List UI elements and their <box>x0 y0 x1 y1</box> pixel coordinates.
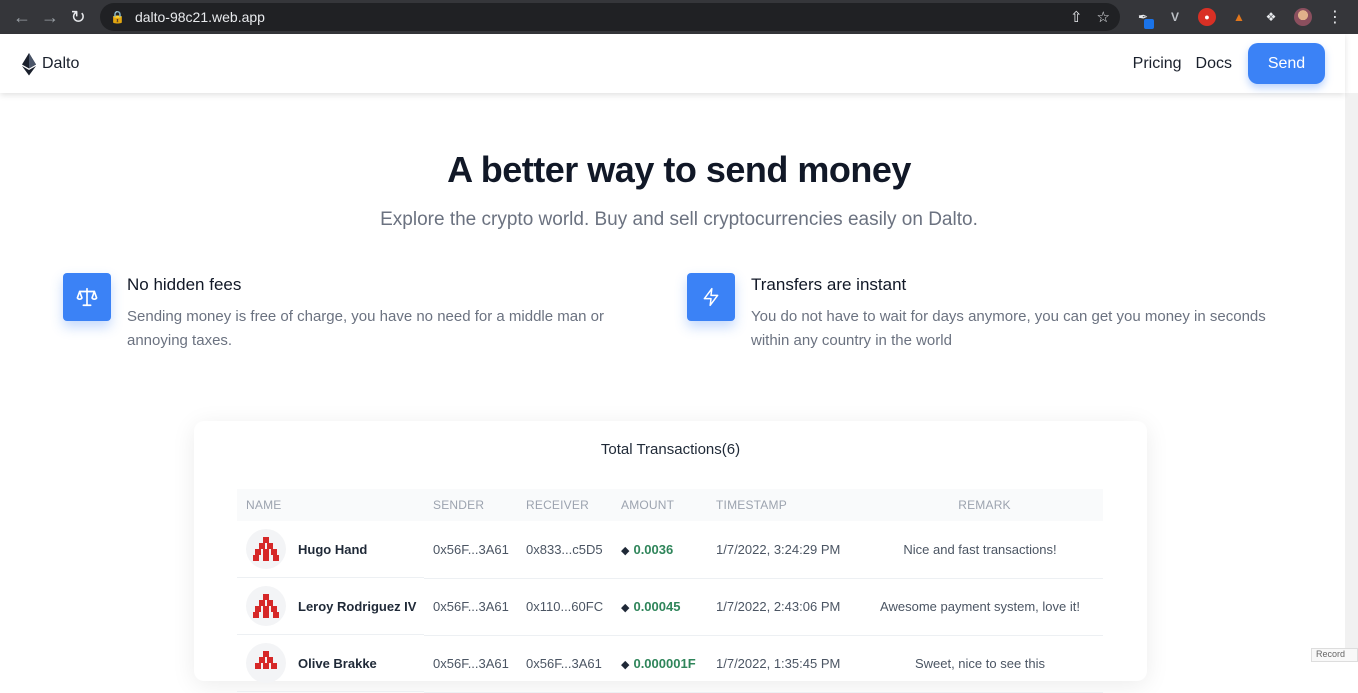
row-name: Leroy Rodriguez IV <box>298 599 416 614</box>
site-navbar: Dalto Pricing Docs Send <box>0 34 1345 93</box>
row-sender: 0x56F...3A61 <box>424 521 517 578</box>
browser-menu-icon[interactable]: ⋮ <box>1326 8 1344 26</box>
table-header-row: NAME SENDER RECEIVER AMOUNT TIMESTAMP RE… <box>237 489 1103 521</box>
send-button[interactable]: Send <box>1248 43 1325 84</box>
header-receiver: RECEIVER <box>517 489 612 521</box>
feature-description: You do not have to wait for days anymore… <box>751 305 1271 353</box>
hero-section: A better way to send money Explore the c… <box>0 93 1358 231</box>
row-receiver: 0x110...60FC <box>517 578 612 635</box>
header-amount: AMOUNT <box>612 489 707 521</box>
row-name: Olive Brakke <box>298 656 377 671</box>
header-timestamp: TIMESTAMP <box>707 489 857 521</box>
nav-link-docs[interactable]: Docs <box>1196 55 1232 73</box>
lock-icon: 🔒 <box>110 10 125 24</box>
url-text: dalto-98c21.web.app <box>135 9 265 25</box>
share-icon[interactable]: ⇧ <box>1070 8 1083 26</box>
row-amount: ◆ 0.0036 <box>612 521 707 578</box>
table-row[interactable]: Leroy Rodriguez IV 0x56F...3A61 0x110...… <box>237 578 1103 635</box>
identicon-avatar <box>246 529 286 569</box>
features-section: No hidden fees Sending money is free of … <box>0 273 1358 353</box>
row-timestamp: 1/7/2022, 3:24:29 PM <box>707 521 857 578</box>
brand-name: Dalto <box>42 55 79 73</box>
red-extension-icon[interactable]: ● <box>1198 8 1216 26</box>
row-amount-value: 0.00045 <box>633 599 680 614</box>
row-remark: Nice and fast transactions! <box>857 521 1103 578</box>
bookmark-star-icon[interactable]: ☆ <box>1097 8 1110 26</box>
page-scrollbar[interactable] <box>1345 93 1358 662</box>
feature-instant: Transfers are instant You do not have to… <box>687 273 1311 353</box>
hero-title: A better way to send money <box>0 149 1358 191</box>
table-row[interactable]: Olive Brakke 0x56F...3A61 0x56F...3A61 ◆… <box>237 635 1103 692</box>
identicon-avatar <box>246 586 286 626</box>
ethereum-logo-icon <box>20 52 38 76</box>
row-timestamp: 1/7/2022, 1:35:45 PM <box>707 635 857 692</box>
feature-description: Sending money is free of charge, you hav… <box>127 305 647 353</box>
row-timestamp: 1/7/2022, 2:43:06 PM <box>707 578 857 635</box>
v-extension-icon[interactable]: V <box>1166 8 1184 26</box>
nav-link-pricing[interactable]: Pricing <box>1133 55 1182 73</box>
back-icon[interactable]: ← <box>8 3 36 31</box>
row-sender: 0x56F...3A61 <box>424 578 517 635</box>
profile-avatar-icon[interactable] <box>1294 8 1312 26</box>
browser-toolbar: ← → ↻ 🔒 dalto-98c21.web.app ⇧ ☆ ✒ V ● ▲ … <box>0 0 1358 34</box>
row-amount-value: 0.000001F <box>633 656 695 671</box>
header-name: NAME <box>237 489 424 521</box>
hero-subtitle: Explore the crypto world. Buy and sell c… <box>0 209 1358 231</box>
header-sender: SENDER <box>424 489 517 521</box>
row-amount-value: 0.0036 <box>633 542 673 557</box>
row-remark: Sweet, nice to see this <box>857 635 1103 692</box>
identicon-avatar <box>246 643 286 683</box>
eth-icon: ◆ <box>621 659 629 671</box>
metamask-fox-icon[interactable]: ▲ <box>1230 8 1248 26</box>
pen-extension-icon[interactable]: ✒ <box>1134 8 1152 26</box>
eth-icon: ◆ <box>621 545 629 557</box>
row-receiver: 0x833...c5D5 <box>517 521 612 578</box>
feature-title: No hidden fees <box>127 275 647 295</box>
extensions-puzzle-icon[interactable]: ❖ <box>1262 8 1280 26</box>
address-bar[interactable]: 🔒 dalto-98c21.web.app ⇧ ☆ <box>100 3 1120 31</box>
row-amount: ◆ 0.00045 <box>612 578 707 635</box>
record-overlay[interactable]: Record <box>1311 648 1358 662</box>
reload-icon[interactable]: ↻ <box>64 3 92 31</box>
eth-icon: ◆ <box>621 602 629 614</box>
row-amount: ◆ 0.000001F <box>612 635 707 692</box>
feature-no-fees: No hidden fees Sending money is free of … <box>63 273 687 353</box>
scale-icon <box>63 273 111 321</box>
row-sender: 0x56F...3A61 <box>424 635 517 692</box>
forward-icon[interactable]: → <box>36 3 64 31</box>
lightning-icon <box>687 273 735 321</box>
feature-title: Transfers are instant <box>751 275 1271 295</box>
transactions-card: Total Transactions(6) NAME SENDER RECEIV… <box>194 421 1147 681</box>
row-remark: Awesome payment system, love it! <box>857 578 1103 635</box>
row-name: Hugo Hand <box>298 542 367 557</box>
table-row[interactable]: Hugo Hand 0x56F...3A61 0x833...c5D5 ◆ 0.0… <box>237 521 1103 578</box>
header-remark: REMARK <box>857 489 1103 521</box>
brand[interactable]: Dalto <box>20 52 79 76</box>
transactions-title: Total Transactions(6) <box>194 441 1147 458</box>
row-receiver: 0x56F...3A61 <box>517 635 612 692</box>
